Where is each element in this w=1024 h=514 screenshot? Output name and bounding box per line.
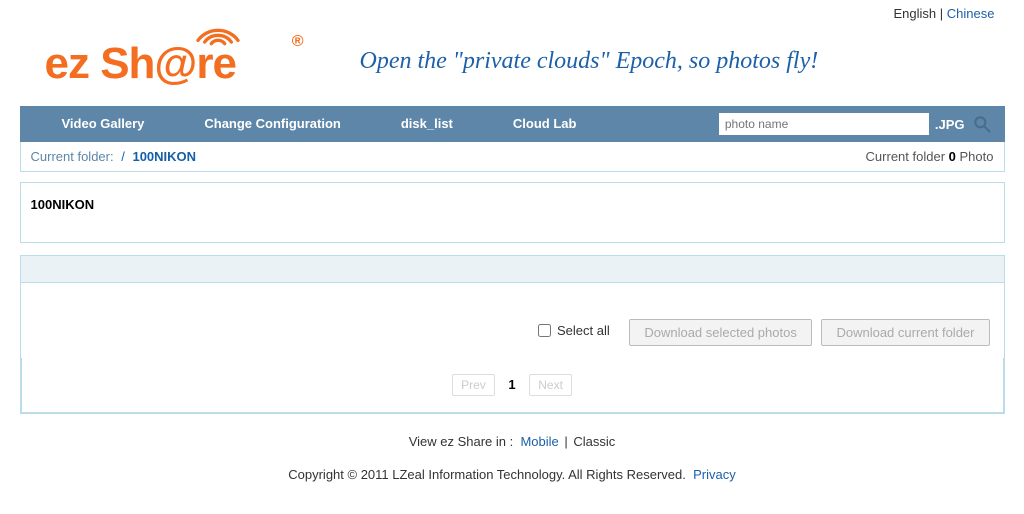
pagination: Prev 1 Next	[21, 358, 1004, 413]
download-folder-button[interactable]: Download current folder	[821, 319, 989, 346]
prev-button[interactable]: Prev	[452, 374, 495, 396]
status-row: Current folder: / 100NIKON Current folde…	[20, 142, 1005, 172]
breadcrumb-label: Current folder:	[31, 149, 114, 164]
nav-video-gallery[interactable]: Video Gallery	[32, 106, 175, 142]
photo-count-number: 0	[949, 149, 956, 164]
page-current: 1	[500, 374, 523, 395]
logo-text-prefix: ez Sh	[45, 39, 155, 88]
select-all-checkbox[interactable]	[538, 324, 551, 337]
download-selected-button[interactable]: Download selected photos	[629, 319, 812, 346]
language-switch: English | Chinese	[20, 0, 1005, 21]
breadcrumb: Current folder: / 100NIKON	[31, 149, 197, 164]
search-icon[interactable]	[971, 113, 993, 135]
view-mobile-link[interactable]: Mobile	[520, 434, 558, 449]
breadcrumb-slash: /	[121, 149, 125, 164]
privacy-link[interactable]: Privacy	[693, 467, 736, 482]
photo-count: Current folder 0 Photo	[866, 149, 994, 164]
folder-box: 100NIKON	[20, 182, 1005, 243]
photo-count-prefix: Current folder	[866, 149, 945, 164]
search-input[interactable]	[719, 113, 929, 135]
lang-english[interactable]: English	[894, 6, 937, 21]
photo-count-suffix: Photo	[960, 149, 994, 164]
actions-panel: Select all Download selected photos Down…	[20, 255, 1005, 414]
logo-text-suffix: re	[196, 39, 236, 88]
lang-chinese[interactable]: Chinese	[947, 6, 995, 21]
copyright-text: Copyright © 2011 LZeal Information Techn…	[288, 467, 686, 482]
logo-registered: ®	[292, 33, 304, 51]
nav-cloud-lab[interactable]: Cloud Lab	[483, 106, 607, 142]
logo-at: @	[154, 39, 196, 89]
footer: View ez Share in : Mobile | Classic Copy…	[20, 414, 1005, 492]
logo: ez Sh@re ®	[45, 21, 300, 91]
folder-name: 100NIKON	[31, 197, 95, 212]
breadcrumb-folder[interactable]: 100NIKON	[132, 149, 196, 164]
nav-disk-list[interactable]: disk_list	[371, 106, 483, 142]
select-all[interactable]: Select all	[538, 323, 610, 338]
view-classic: Classic	[573, 434, 615, 449]
select-all-label: Select all	[557, 323, 610, 338]
search-ext-label: .JPG	[935, 117, 965, 132]
view-label: View ez Share in :	[409, 434, 514, 449]
navbar: Video Gallery Change Configuration disk_…	[20, 106, 1005, 142]
search-box: .JPG	[719, 113, 993, 135]
view-separator: |	[564, 434, 567, 449]
next-button[interactable]: Next	[529, 374, 572, 396]
nav-change-configuration[interactable]: Change Configuration	[174, 106, 371, 142]
tagline: Open the "private clouds" Epoch, so phot…	[360, 48, 819, 75]
lang-separator: |	[940, 6, 943, 21]
